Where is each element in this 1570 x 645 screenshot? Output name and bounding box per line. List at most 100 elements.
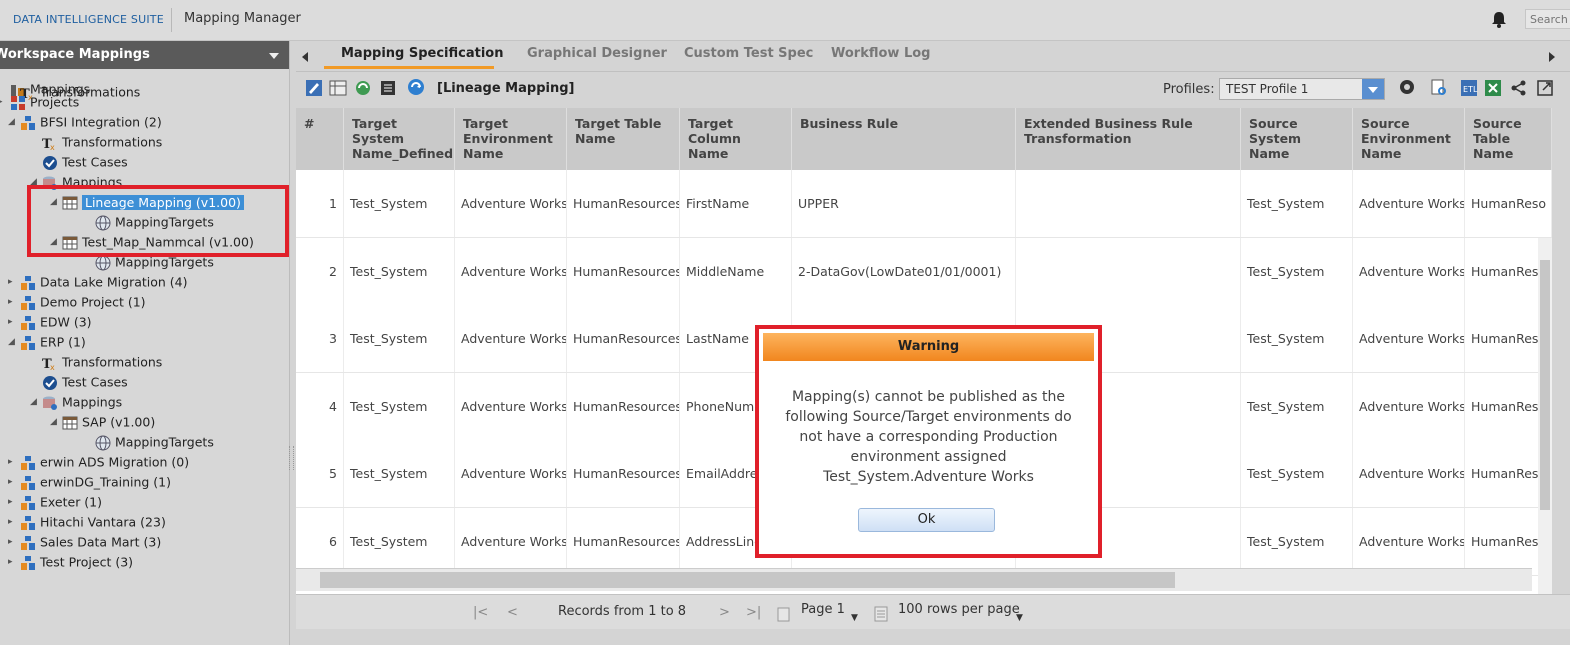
table-cell[interactable]: [1016, 237, 1241, 305]
expand-toggle-icon[interactable]: ▸: [8, 532, 20, 552]
row-number[interactable]: 5: [296, 440, 344, 507]
table-cell[interactable]: Adventure Works: [455, 440, 567, 507]
tab-custom-test-spec[interactable]: Custom Test Spec: [684, 46, 813, 61]
excel-icon[interactable]: [1484, 79, 1502, 97]
table-cell[interactable]: Adventure Works: [455, 507, 567, 575]
page-select[interactable]: Page 1: [801, 602, 845, 617]
tree-node[interactable]: MappingTargets: [83, 252, 214, 272]
chevron-down-icon[interactable]: [269, 53, 279, 59]
row-number[interactable]: 4: [296, 372, 344, 440]
workspace-panel-header[interactable]: Workspace Mappings: [0, 41, 289, 69]
search-input[interactable]: [1525, 9, 1570, 29]
expand-toggle-icon[interactable]: ◢: [8, 332, 20, 352]
edit-icon[interactable]: [305, 79, 323, 97]
table-cell[interactable]: Adventure Works: [455, 305, 567, 372]
table-cell[interactable]: HumanResources.: [567, 372, 680, 440]
table-cell[interactable]: HumanResources.: [567, 237, 680, 305]
tab-workflow-log[interactable]: Workflow Log: [831, 46, 931, 61]
table-cell[interactable]: HumanResources.: [567, 170, 680, 237]
horizontal-scroll-thumb[interactable]: [320, 572, 1175, 588]
row-number[interactable]: 3: [296, 305, 344, 372]
expand-toggle-icon[interactable]: ▸: [8, 272, 20, 292]
table-cell[interactable]: UPPER: [792, 170, 1016, 237]
tree-node[interactable]: Tx Transformations: [30, 352, 162, 372]
expand-toggle-icon[interactable]: ▸: [8, 512, 20, 532]
tree-node[interactable]: ◢ Lineage Mapping (v1.00): [50, 192, 244, 212]
row-number[interactable]: 6: [296, 507, 344, 575]
table-cell[interactable]: Test_System: [344, 372, 455, 440]
columns-icon[interactable]: [329, 79, 347, 97]
row-number[interactable]: 2: [296, 237, 344, 305]
tree-node[interactable]: ◢ BFSI Integration (2): [8, 112, 162, 132]
table-cell[interactable]: [1016, 170, 1241, 237]
ok-button[interactable]: Ok: [858, 508, 995, 532]
column-header[interactable]: Business Rule: [792, 108, 1016, 170]
etl-export-icon[interactable]: ETL: [1460, 79, 1478, 97]
table-cell[interactable]: Adventure Works: [455, 372, 567, 440]
tree-node[interactable]: ◢ SAP (v1.00): [50, 412, 155, 432]
expand-toggle-icon[interactable]: ◢: [30, 392, 42, 412]
expand-toggle-icon[interactable]: ▸: [0, 92, 10, 112]
profile-select[interactable]: TEST Profile 1: [1219, 78, 1385, 100]
first-page-icon[interactable]: |<: [473, 605, 488, 620]
table-cell[interactable]: Adventure Works: [1353, 372, 1465, 440]
tree-node[interactable]: MappingTargets: [83, 432, 214, 452]
expand-toggle-icon[interactable]: ◢: [50, 192, 62, 212]
table-cell[interactable]: Adventure Works: [1353, 440, 1465, 507]
tree-node[interactable]: ▸ Demo Project (1): [8, 292, 146, 312]
next-page-icon[interactable]: >: [719, 605, 730, 620]
expand-toggle-icon[interactable]: ◢: [50, 412, 62, 432]
share-icon[interactable]: [1510, 79, 1528, 97]
table-cell[interactable]: Adventure Works: [1353, 507, 1465, 575]
table-cell[interactable]: Test_System: [1241, 440, 1353, 507]
column-header[interactable]: #: [296, 108, 344, 170]
table-cell[interactable]: Test_System: [1241, 305, 1353, 372]
rows-per-page-select[interactable]: 100 rows per page: [898, 602, 1020, 617]
table-cell[interactable]: FirstName: [680, 170, 792, 237]
expand-toggle-icon[interactable]: ▸: [8, 492, 20, 512]
tree-node[interactable]: ▸ Hitachi Vantara (23): [8, 512, 166, 532]
table-cell[interactable]: HumanReso: [1465, 170, 1552, 237]
tree-node[interactable]: ◢ ERP (1): [8, 332, 86, 352]
reload-icon[interactable]: [406, 77, 426, 97]
table-cell[interactable]: Test_System: [1241, 237, 1353, 305]
list-icon[interactable]: [379, 79, 397, 97]
tree-node[interactable]: Test Cases: [30, 372, 128, 392]
tree-node[interactable]: ▸ Exeter (1): [8, 492, 102, 512]
table-cell[interactable]: Adventure Works: [455, 237, 567, 305]
column-header[interactable]: Target Column Name: [680, 108, 792, 170]
expand-toggle-icon[interactable]: ▸: [8, 292, 20, 312]
expand-toggle-icon[interactable]: ◢: [50, 232, 62, 252]
previous-page-icon[interactable]: <: [507, 605, 518, 620]
table-row[interactable]: 2 Test_System Adventure Works HumanResource…: [296, 237, 1552, 306]
table-cell[interactable]: HumanResources.: [567, 305, 680, 372]
tree-node[interactable]: ▸ Test Project (3): [8, 552, 133, 572]
last-page-icon[interactable]: >|: [746, 605, 761, 620]
expand-icon[interactable]: [1536, 79, 1554, 97]
tree-node[interactable]: ◢ Test_Map_Nammcal (v1.00): [50, 232, 254, 252]
gear-icon[interactable]: [1397, 77, 1417, 97]
table-cell[interactable]: MiddleName: [680, 237, 792, 305]
table-cell[interactable]: Test_System: [1241, 372, 1353, 440]
tree-node[interactable]: ◢ Mappings: [30, 392, 122, 412]
tree-node[interactable]: Tx Transformations: [30, 132, 162, 152]
table-cell[interactable]: Adventure Works: [1353, 305, 1465, 372]
table-cell[interactable]: HumanResources.: [567, 440, 680, 507]
column-header[interactable]: Target System Name_Defined: [344, 108, 455, 170]
expand-toggle-icon[interactable]: ◢: [8, 112, 20, 132]
table-cell[interactable]: Adventure Works: [1353, 170, 1465, 237]
panel-splitter[interactable]: [289, 446, 294, 470]
tree-node[interactable]: ▸ Sales Data Mart (3): [8, 532, 161, 552]
column-header[interactable]: Source System Name: [1241, 108, 1353, 170]
tree-node[interactable]: ▸ erwinDG_Training (1): [8, 472, 171, 492]
expand-toggle-icon[interactable]: ▸: [8, 452, 20, 472]
expand-toggle-icon[interactable]: ▸: [8, 552, 20, 572]
tab-scroll-right-icon[interactable]: [1549, 52, 1555, 62]
column-header[interactable]: Target Environment Name: [455, 108, 567, 170]
tree-node[interactable]: Test Cases: [30, 152, 128, 172]
chevron-down-icon[interactable]: ▼: [851, 613, 858, 623]
tab-graphical-designer[interactable]: Graphical Designer: [527, 46, 667, 61]
table-cell[interactable]: HumanResources.: [567, 507, 680, 575]
table-cell[interactable]: Test_System: [344, 507, 455, 575]
document-search-icon[interactable]: [1430, 79, 1448, 97]
